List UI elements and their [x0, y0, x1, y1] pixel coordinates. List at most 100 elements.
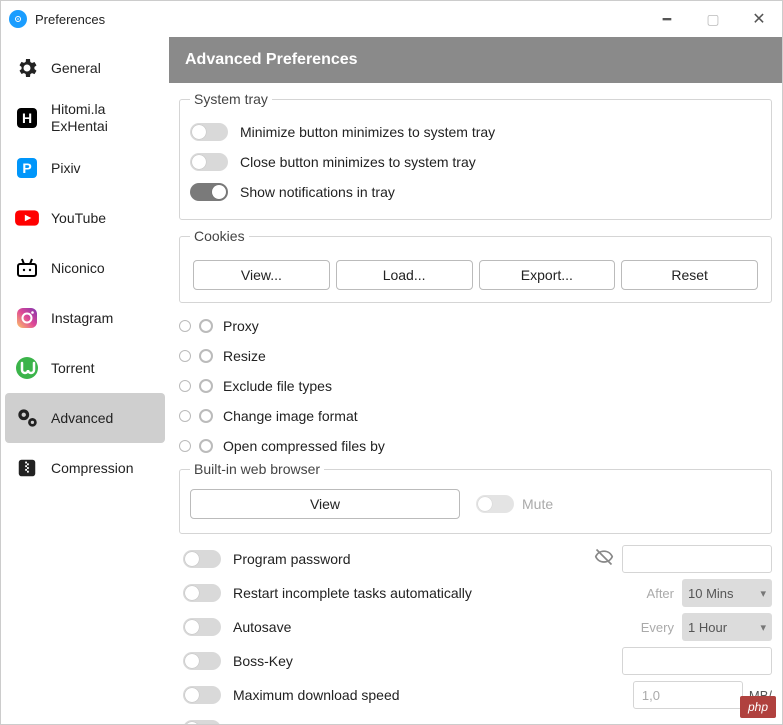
expand-icon — [179, 380, 191, 392]
sidebar-item-pixiv[interactable]: P Pixiv — [1, 143, 169, 193]
autosave-select[interactable]: 1 Hour ▾ — [682, 613, 772, 641]
sidebar-item-label: Hitomi.la ExHentai — [51, 101, 108, 135]
radio-icon[interactable] — [199, 439, 213, 453]
sidebar-item-niconico[interactable]: Niconico — [1, 243, 169, 293]
pixiv-icon: P — [13, 154, 41, 182]
sidebar-item-label: Pixiv — [51, 160, 81, 177]
content-scroll[interactable]: System tray Minimize button minimizes to… — [169, 83, 782, 724]
svg-text:P: P — [22, 160, 31, 176]
expand-icon — [179, 320, 191, 332]
minimize-tray-toggle[interactable] — [190, 123, 228, 141]
password-input[interactable] — [622, 545, 772, 573]
bosskey-label: Boss-Key — [233, 653, 293, 669]
sidebar-item-compression[interactable]: Compression — [1, 443, 169, 493]
niconico-icon — [13, 254, 41, 282]
chevron-down-icon: ▾ — [760, 621, 766, 634]
mute-toggle[interactable] — [476, 495, 514, 513]
radio-icon[interactable] — [199, 379, 213, 393]
sidebar-item-label: Instagram — [51, 310, 113, 327]
sidebar-item-label: Torrent — [51, 360, 95, 377]
cookies-load-button[interactable]: Load... — [336, 260, 473, 290]
cookies-view-button[interactable]: View... — [193, 260, 330, 290]
compressed-row[interactable]: Open compressed files by — [179, 431, 772, 461]
proxy-row[interactable]: Proxy — [179, 311, 772, 341]
sidebar-item-youtube[interactable]: YouTube — [1, 193, 169, 243]
youtube-icon — [13, 204, 41, 232]
bosskey-input[interactable] — [622, 647, 772, 675]
resize-label: Resize — [223, 348, 266, 364]
close-button[interactable]: ✕ — [736, 1, 782, 37]
radio-icon[interactable] — [199, 349, 213, 363]
app-icon — [9, 10, 27, 28]
instagram-icon — [13, 304, 41, 332]
restart-label: Restart incomplete tasks automatically — [233, 585, 472, 601]
minimize-button[interactable]: ━ — [644, 1, 690, 37]
gears-icon — [13, 404, 41, 432]
chevron-down-icon: ▾ — [760, 587, 766, 600]
expand-icon — [179, 410, 191, 422]
hitomi-icon: H — [13, 104, 41, 132]
browser-view-button[interactable]: View — [190, 489, 460, 519]
cookies-group: Cookies View... Load... Export... Reset — [179, 228, 772, 303]
password-row: Program password — [179, 542, 772, 576]
watermark: php — [740, 696, 776, 718]
defaultsel-toggle[interactable] — [183, 720, 221, 724]
restart-toggle[interactable] — [183, 584, 221, 602]
sidebar-item-label: Niconico — [51, 260, 105, 277]
autosave-toggle[interactable] — [183, 618, 221, 636]
sidebar-item-torrent[interactable]: Torrent — [1, 343, 169, 393]
exclude-row[interactable]: Exclude file types — [179, 371, 772, 401]
maxspeed-toggle[interactable] — [183, 686, 221, 704]
autosave-label: Autosave — [233, 619, 291, 635]
page-title: Advanced Preferences — [169, 37, 782, 83]
close-tray-label: Close button minimizes to system tray — [240, 154, 476, 170]
mute-label: Mute — [522, 496, 553, 512]
minimize-tray-label: Minimize button minimizes to system tray — [240, 124, 495, 140]
exclude-label: Exclude file types — [223, 378, 332, 394]
maxspeed-row: Maximum download speed MB/ — [179, 678, 772, 712]
maxspeed-label: Maximum download speed — [233, 687, 400, 703]
autosave-select-value: 1 Hour — [688, 620, 727, 635]
system-tray-legend: System tray — [190, 91, 272, 107]
password-label: Program password — [233, 551, 351, 567]
utorrent-icon — [13, 354, 41, 382]
sidebar-item-label: General — [51, 60, 101, 77]
radio-icon[interactable] — [199, 409, 213, 423]
cookies-legend: Cookies — [190, 228, 249, 244]
window-title: Preferences — [35, 12, 105, 27]
defaultsel-row: Default value for "Select pages & Downlo… — [179, 712, 772, 724]
radio-icon[interactable] — [199, 319, 213, 333]
restart-hint: After — [647, 586, 674, 601]
close-tray-toggle[interactable] — [190, 153, 228, 171]
restart-select[interactable]: 10 Mins ▾ — [682, 579, 772, 607]
password-toggle[interactable] — [183, 550, 221, 568]
bosskey-toggle[interactable] — [183, 652, 221, 670]
sidebar-item-advanced[interactable]: Advanced — [5, 393, 165, 443]
notify-tray-label: Show notifications in tray — [240, 184, 395, 200]
expand-icon — [179, 350, 191, 362]
imgfmt-row[interactable]: Change image format — [179, 401, 772, 431]
expand-icon — [179, 440, 191, 452]
maxspeed-input[interactable] — [633, 681, 743, 709]
sidebar-item-instagram[interactable]: Instagram — [1, 293, 169, 343]
svg-text:H: H — [22, 110, 32, 126]
browser-group: Built-in web browser View Mute — [179, 461, 772, 534]
gear-icon — [13, 54, 41, 82]
proxy-label: Proxy — [223, 318, 259, 334]
compression-icon — [13, 454, 41, 482]
system-tray-group: System tray Minimize button minimizes to… — [179, 91, 772, 220]
autosave-hint: Every — [641, 620, 674, 635]
defaultsel-label: Default value for "Select pages & Downlo… — [233, 721, 509, 724]
notify-tray-toggle[interactable] — [190, 183, 228, 201]
maximize-button[interactable]: ▢ — [690, 1, 736, 37]
cookies-reset-button[interactable]: Reset — [621, 260, 758, 290]
restart-row: Restart incomplete tasks automatically A… — [179, 576, 772, 610]
imgfmt-label: Change image format — [223, 408, 358, 424]
cookies-export-button[interactable]: Export... — [479, 260, 616, 290]
sidebar: General H Hitomi.la ExHentai P Pixiv You… — [1, 37, 169, 724]
sidebar-item-hitomi[interactable]: H Hitomi.la ExHentai — [1, 93, 169, 143]
eye-off-icon[interactable] — [594, 547, 614, 572]
sidebar-item-general[interactable]: General — [1, 43, 169, 93]
browser-legend: Built-in web browser — [190, 461, 324, 477]
resize-row[interactable]: Resize — [179, 341, 772, 371]
